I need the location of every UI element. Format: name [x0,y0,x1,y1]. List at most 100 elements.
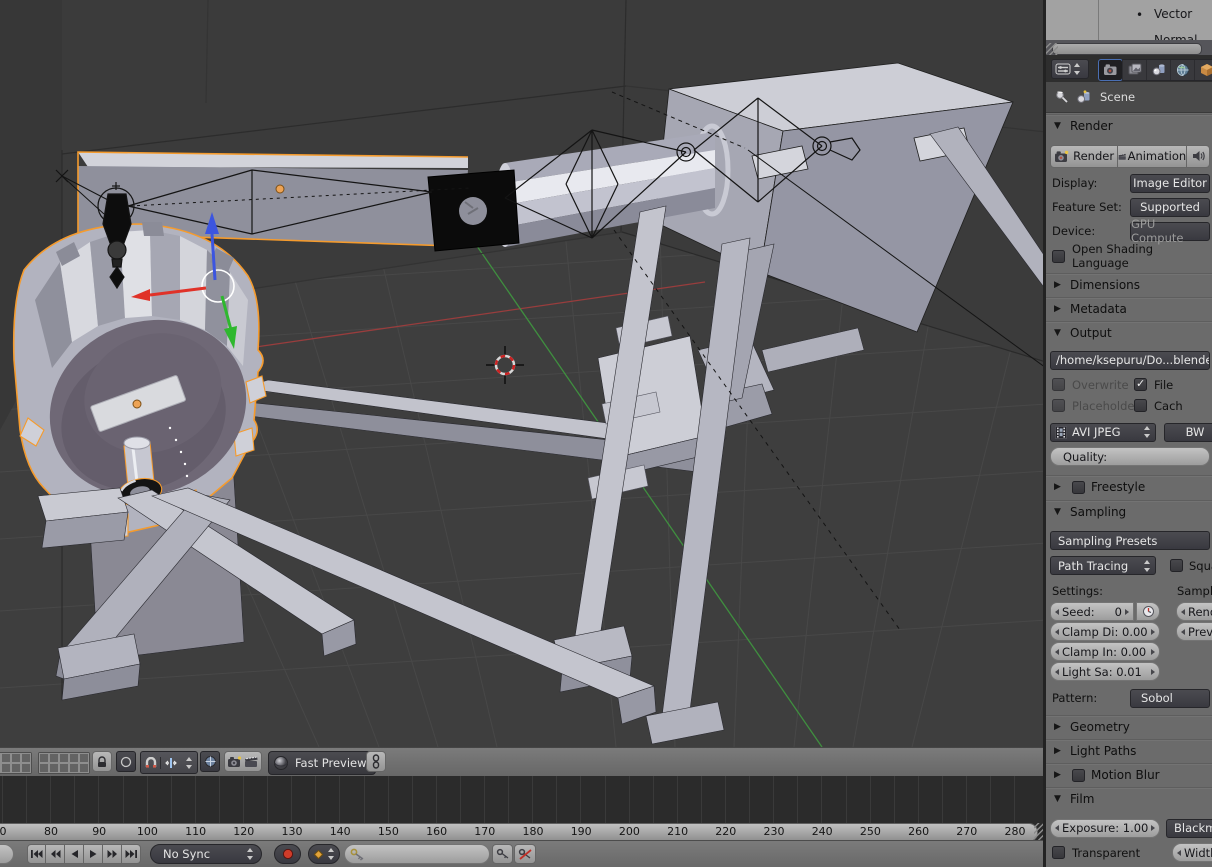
placeholders-checkbox[interactable] [1052,399,1065,412]
layer-toggle[interactable] [69,763,79,773]
light-sampling-field[interactable]: Light Sa: 0.01 [1050,662,1160,681]
section-output[interactable]: ▼Output [1046,321,1212,344]
section-film[interactable]: ▼Film [1046,787,1212,810]
square-samples-checkbox[interactable] [1170,559,1183,572]
sync-mode-dropdown[interactable]: No Sync [150,844,262,864]
display-dropdown[interactable]: Image Editor [1130,174,1210,193]
corner-grip[interactable] [1046,43,1058,55]
lock-button[interactable] [92,751,112,772]
opengl-render-camera-icon[interactable] [227,755,242,768]
fast-preview-dropdown[interactable]: Fast Preview [268,751,376,775]
render-tab[interactable] [1099,60,1122,80]
scrollbar-thumb[interactable] [1052,43,1202,55]
timeline-ruler-wrap[interactable]: 0809010011012013014015016017018019020021… [0,823,1043,840]
osl-checkbox[interactable] [1052,250,1065,263]
overwrite-checkbox[interactable] [1052,378,1065,391]
insert-keyframe-button[interactable] [492,844,513,864]
3d-viewport[interactable] [0,0,1043,747]
section-light-paths[interactable]: ▶Light Paths [1046,739,1212,762]
jump-to-end-button[interactable] [122,844,141,864]
freestyle-checkbox[interactable] [1072,481,1085,494]
sampling-presets-dropdown[interactable]: Sampling Presets [1050,531,1210,550]
layer-toggle[interactable] [1,753,11,763]
world-tab[interactable] [1170,60,1194,80]
timeline-ruler[interactable]: 0809010011012013014015016017018019020021… [0,823,1038,840]
menu-item-normal[interactable]: Normal [1154,33,1197,40]
timeline-band[interactable] [0,776,1043,823]
file-format-dropdown[interactable]: AVI JPEG [1050,423,1156,442]
delete-keyframe-button[interactable] [514,844,536,864]
render-samples-field[interactable]: Rende [1176,602,1212,621]
section-freestyle[interactable]: ▶ Freestyle [1046,475,1212,498]
magnet-button[interactable] [141,757,160,769]
snap-mode-stepper[interactable] [185,757,194,769]
jump-to-start-button[interactable] [27,844,46,864]
section-geometry[interactable]: ▶Geometry [1046,715,1212,738]
layer-toggle[interactable] [79,763,89,773]
partial-field[interactable] [0,844,14,864]
layer-toggle[interactable] [1,763,11,773]
breadcrumb-label[interactable]: Scene [1100,90,1135,104]
layer-toggle[interactable] [21,753,31,763]
layer-toggle[interactable] [59,753,69,763]
seed-field[interactable]: Seed: 0 [1050,602,1134,621]
proportional-edit-button[interactable] [116,751,136,772]
scene-tab[interactable] [1146,60,1170,80]
layer-toggle[interactable] [49,763,59,773]
layer-toggle[interactable] [39,753,49,763]
layer-toggle[interactable] [11,753,21,763]
play-forward-button[interactable] [84,844,103,864]
layer-toggle[interactable] [49,753,59,763]
opengl-render-anim-icon[interactable] [244,755,259,768]
layer-toggle[interactable] [79,753,89,763]
keying-set-field[interactable] [344,844,490,864]
next-keyframe-button[interactable] [103,844,122,864]
render-button[interactable]: Render [1050,145,1118,168]
cache-checkbox[interactable] [1134,399,1147,412]
output-path-field[interactable]: /home/ksepuru/Do...blender/ren [1050,351,1210,370]
object-tab[interactable] [1194,60,1212,80]
exposure-field[interactable]: Exposure: 1.00 [1050,819,1160,838]
section-render[interactable]: ▼Render [1046,114,1212,137]
bw-button[interactable]: BW [1164,423,1212,442]
motion-blur-checkbox[interactable] [1072,769,1085,782]
filter-width-field[interactable]: Width: [1172,843,1212,862]
corner-grip[interactable] [1034,823,1043,840]
layer-toggle[interactable] [69,753,79,763]
section-motion-blur[interactable]: ▶ Motion Blur [1046,763,1212,786]
integrator-dropdown[interactable]: Path Tracing [1050,556,1156,575]
seed-animate-button[interactable] [1136,602,1160,621]
device-dropdown[interactable]: GPU Compute [1130,222,1210,241]
horizontal-scrollbar[interactable] [1046,40,1212,55]
feature-set-dropdown[interactable]: Supported [1130,198,1210,217]
layer-toggle[interactable] [21,763,31,773]
clamp-direct-field[interactable]: Clamp Di: 0.00 [1050,622,1160,641]
render-layers-tab[interactable] [1122,60,1146,80]
pattern-dropdown[interactable]: Sobol [1130,689,1210,708]
menu-item-vector[interactable]: Vector [1154,7,1192,21]
quality-slider[interactable]: Quality: [1050,447,1210,466]
section-sampling[interactable]: ▼Sampling [1046,500,1212,523]
keying-mode-dropdown[interactable] [308,844,340,864]
prev-keyframe-button[interactable] [46,844,65,864]
chain-button[interactable] [366,751,386,772]
clamp-indirect-field[interactable]: Clamp In: 0.00 [1050,642,1160,661]
layer-toggle[interactable] [11,763,21,773]
play-reverse-button[interactable] [65,844,84,864]
file-checkbox[interactable] [1134,378,1147,391]
black-plate[interactable] [428,170,519,251]
render-audio-button[interactable] [1187,145,1210,168]
editor-type-button[interactable] [1051,59,1089,79]
layer-toggle[interactable] [39,763,49,773]
transparent-checkbox[interactable] [1052,846,1065,859]
layer-toggle[interactable] [59,763,69,773]
pin-icon[interactable] [1054,89,1070,105]
snap-element-button[interactable] [160,757,180,769]
preview-samples-field[interactable]: Previe [1176,622,1212,641]
auto-keyframe-button[interactable] [274,844,301,864]
snap-target-button[interactable] [200,751,220,772]
pixel-filter-dropdown[interactable]: Blackm [1166,819,1212,838]
section-dimensions[interactable]: ▶Dimensions [1046,273,1212,296]
render-animation-button[interactable]: Animation [1118,145,1187,168]
section-metadata[interactable]: ▶Metadata [1046,297,1212,320]
